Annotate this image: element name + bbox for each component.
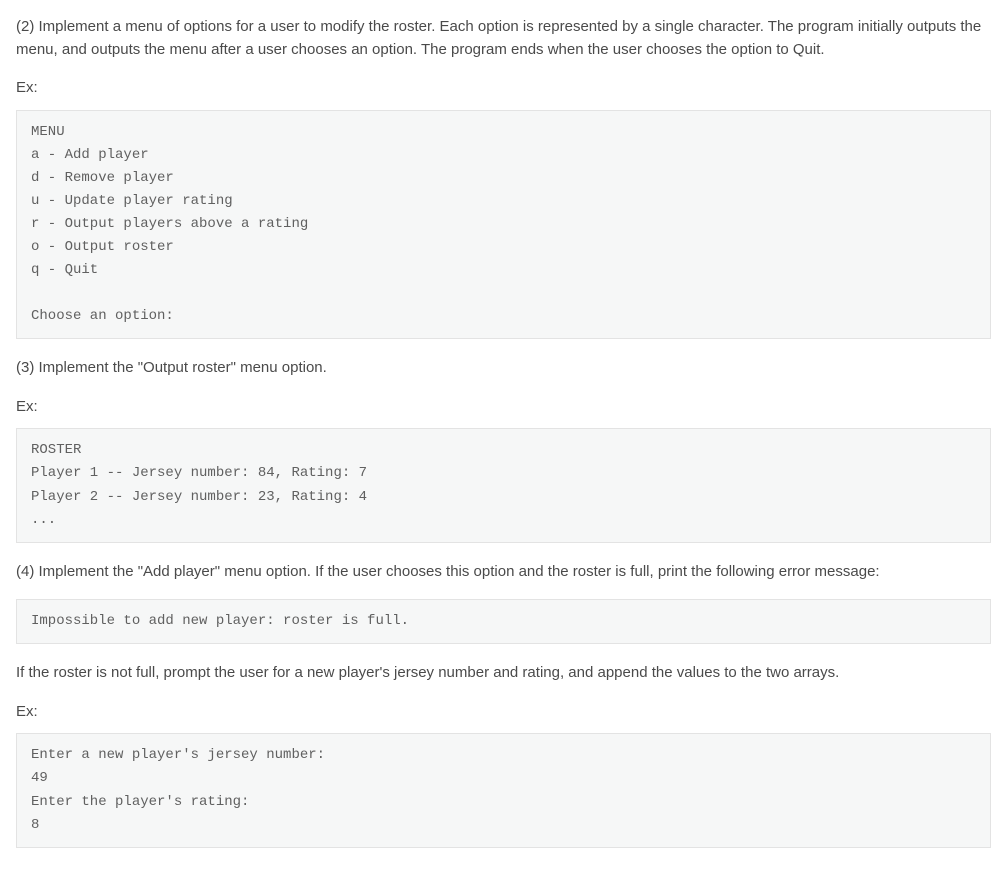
section-4-prompt-code-block: Enter a new player's jersey number: 49 E… xyxy=(16,733,991,847)
section-4-instruction: (4) Implement the "Add player" menu opti… xyxy=(16,561,991,584)
section-2-instruction: (2) Implement a menu of options for a us… xyxy=(16,16,991,61)
section-4-error-code-block: Impossible to add new player: roster is … xyxy=(16,599,991,644)
section-3-instruction: (3) Implement the "Output roster" menu o… xyxy=(16,357,991,380)
section-4-instruction-continued: If the roster is not full, prompt the us… xyxy=(16,662,991,685)
section-2-code-block: MENU a - Add player d - Remove player u … xyxy=(16,110,991,340)
section-4-ex-label: Ex: xyxy=(16,701,991,724)
section-3-code-block: ROSTER Player 1 -- Jersey number: 84, Ra… xyxy=(16,428,991,542)
section-3-ex-label: Ex: xyxy=(16,396,991,419)
section-2-ex-label: Ex: xyxy=(16,77,991,100)
